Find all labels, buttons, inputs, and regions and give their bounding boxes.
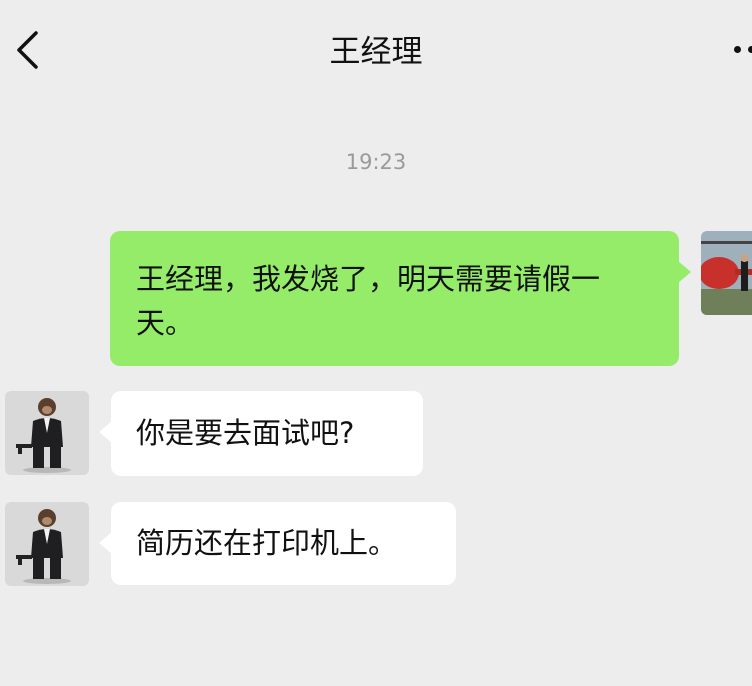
page-title: 王经理	[329, 34, 423, 70]
helicopter-avatar-image	[701, 231, 752, 315]
message-text: 简历还在打印机上。	[136, 526, 398, 560]
received-message-bubble[interactable]: 简历还在打印机上。	[99, 502, 456, 585]
avatar[interactable]	[701, 231, 752, 315]
monkey-agent-avatar-image	[5, 391, 89, 475]
bubble-tail	[99, 421, 112, 443]
message-text: 你是要去面试吧?	[136, 416, 355, 450]
received-message-bubble[interactable]: 你是要去面试吧?	[99, 391, 423, 476]
message-text: 王经理，我发烧了，明天需要请假一天。	[136, 262, 601, 340]
bubble-tail	[99, 532, 112, 554]
avatar[interactable]	[5, 502, 89, 586]
more-dots-icon[interactable]	[732, 34, 752, 64]
top-bar: 王经理	[0, 0, 752, 100]
message-timestamp: 19:23	[345, 150, 407, 174]
monkey-agent-avatar-image	[5, 502, 89, 586]
avatar[interactable]	[5, 391, 89, 475]
bubble-tail	[678, 261, 691, 283]
sent-message-bubble[interactable]: 王经理，我发烧了，明天需要请假一天。	[110, 231, 691, 366]
